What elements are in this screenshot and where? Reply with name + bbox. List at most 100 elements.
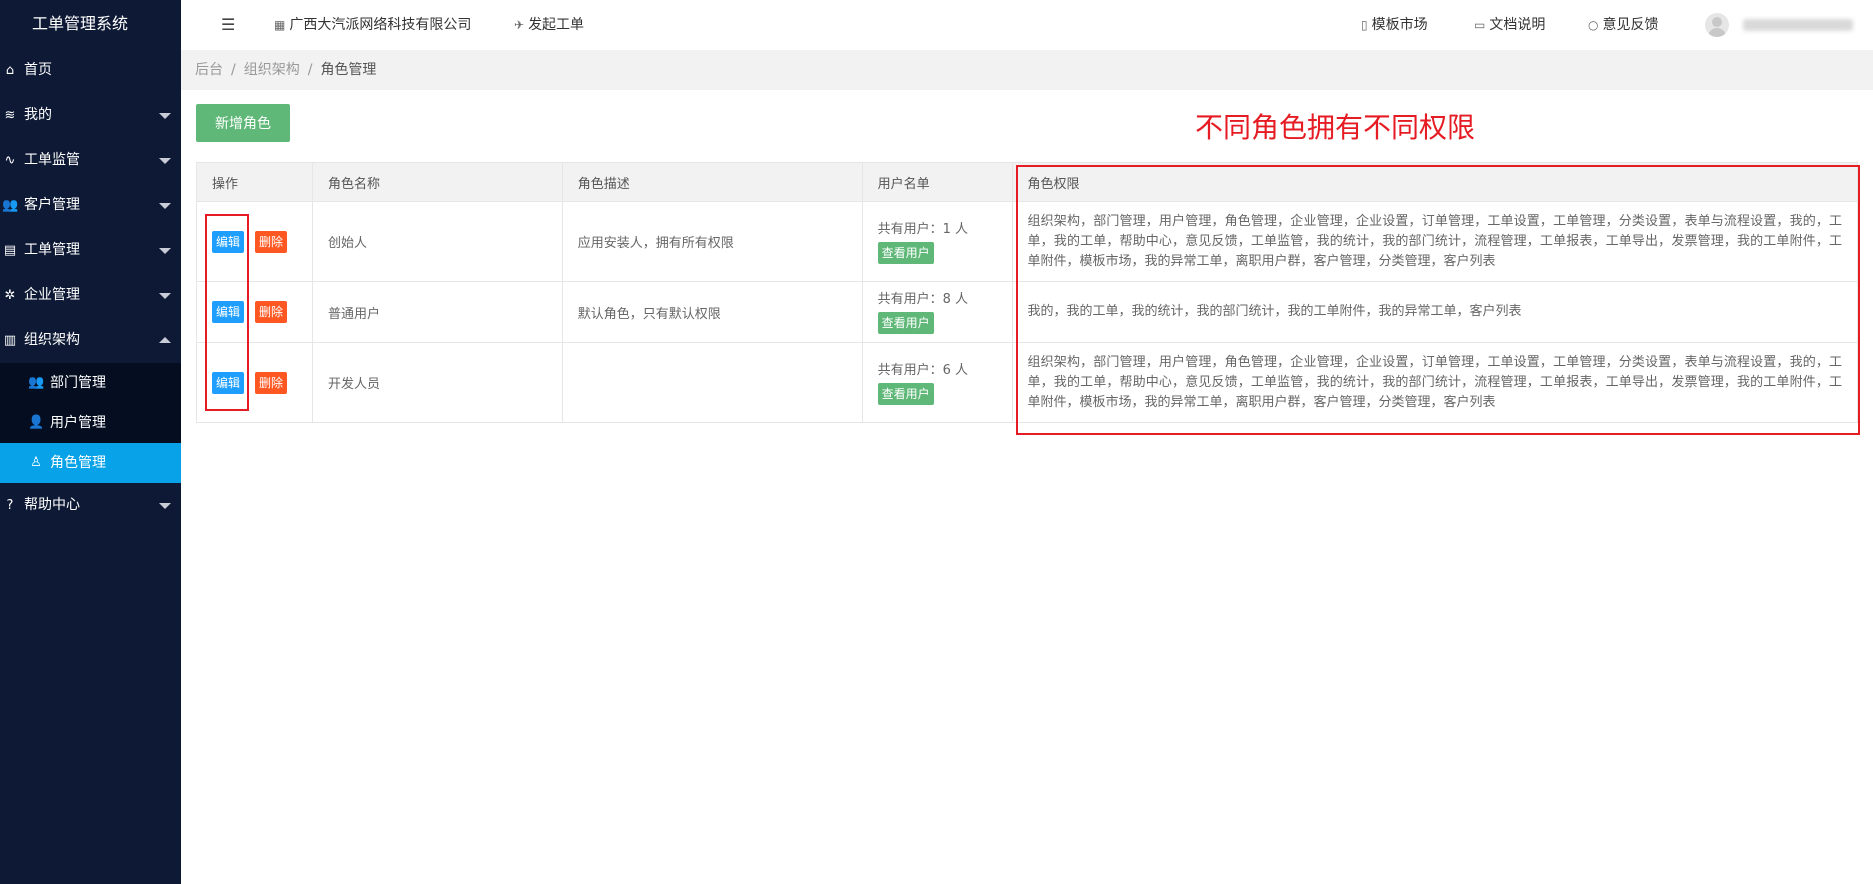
main-content: 新增角色 不同角色拥有不同权限 操作 角色名称 角色描述 用户名单 角色权限 编… [181,90,1873,884]
book-icon: ▯ [1361,18,1368,32]
users-count: 共有用户：1 人 [877,221,969,237]
actions-cell: 编辑 删除 [196,201,313,282]
sidebar-item-departments[interactable]: 👥 部门管理 [0,363,181,403]
delete-button[interactable]: 删除 [255,230,288,253]
sidebar-item-enterprise[interactable]: ✲ 企业管理 [0,273,181,318]
company-name: 广西大汽派网络科技有限公司 [289,17,472,33]
avatar[interactable] [1705,13,1729,37]
actions-cell: 编辑 删除 [196,342,313,423]
chevron-down-icon [159,113,171,119]
users-cell: 共有用户：1 人 查看用户 [861,201,1013,282]
user-outline-icon: ♙ [30,455,42,470]
org-icon: ▥ [3,333,17,348]
sidebar-item-label: 帮助中心 [24,497,80,513]
permissions-cell: 组织架构，部门管理，用户管理，角色管理，企业管理，企业设置，订单管理，工单设置，… [1011,342,1859,423]
question-icon: ? [6,498,14,513]
users-count: 共有用户：6 人 [877,362,969,378]
send-icon: ✈ [514,18,525,32]
sidebar-item-label: 工单管理 [24,242,80,258]
sidebar: 工单管理系统 ⌂ 首页 ≋ 我的 ∿ 工单监管 👥 客户管理 ▤ 工单管理 ✲ … [0,0,181,884]
role-name: 创始人 [311,201,563,282]
new-ticket-label: 发起工单 [528,17,585,33]
view-users-button[interactable]: 查看用户 [877,312,934,334]
building-icon: ▦ [274,18,286,32]
table-row: 编辑 删除 普通用户 默认角色，只有默认权限 共有用户：8 人 查看用户 我的，我… [196,281,1859,343]
users-cell: 共有用户：8 人 查看用户 [861,281,1013,343]
sidebar-item-label: 企业管理 [24,287,80,303]
role-name: 普通用户 [311,281,563,343]
sidebar-item-label: 工单监管 [24,152,80,168]
breadcrumb: 后台 / 组织架构 / 角色管理 [181,50,1873,90]
sidebar-item-customers[interactable]: 👥 客户管理 [0,183,181,228]
breadcrumb-home[interactable]: 后台 [195,62,223,78]
company-switcher[interactable]: ▦ 广西大汽派网络科技有限公司 [274,0,471,50]
view-users-button[interactable]: 查看用户 [877,241,934,264]
permissions-text: 组织架构，部门管理，用户管理，角色管理，企业管理，企业设置，订单管理，工单设置，… [1027,354,1842,410]
table-row: 编辑 删除 创始人 应用安装人，拥有所有权限 共有用户：1 人 查看用户 组织架构… [196,201,1859,282]
permissions-cell: 我的，我的工单，我的统计，我的部门统计，我的工单附件，我的异常工单，客户列表 [1011,281,1859,343]
add-role-button[interactable]: 新增角色 [196,104,290,142]
sidebar-item-roles[interactable]: ♙ 角色管理 [0,443,181,483]
sidebar-item-home[interactable]: ⌂ 首页 [0,48,181,93]
feedback-label: 意见反馈 [1602,17,1659,33]
users-icon: 👥 [2,198,19,213]
docs-label: 文档说明 [1489,17,1546,33]
sidebar-item-label: 我的 [24,107,52,123]
sidebar-item-users[interactable]: 👤 用户管理 [0,403,181,443]
role-desc [561,342,863,423]
template-market-link[interactable]: ▯ 模板市场 [1361,0,1428,50]
reader-icon: ▭ [1474,18,1486,32]
sidebar-item-help[interactable]: ? 帮助中心 [0,483,181,528]
user-name-blurred[interactable] [1743,19,1853,31]
sidebar-item-organization[interactable]: ▥ 组织架构 [0,318,181,363]
delete-button[interactable]: 删除 [255,301,288,323]
file-icon: ▤ [3,243,17,258]
sidebar-item-label: 组织架构 [24,332,80,348]
sidebar-item-label: 部门管理 [50,375,106,391]
column-header-actions: 操作 [196,162,313,202]
chevron-down-icon [159,158,171,164]
annotation-title: 不同角色拥有不同权限 [1195,111,1476,144]
chevron-up-icon [159,337,171,343]
sidebar-item-label: 客户管理 [24,197,80,213]
chevron-down-icon [159,248,171,254]
menu-toggle-icon[interactable]: ☰ [221,0,235,50]
edit-button[interactable]: 编辑 [212,301,245,323]
circle-icon: ○ [1588,18,1599,32]
breadcrumb-parent[interactable]: 组织架构 [244,62,300,78]
breadcrumb-separator: / [231,62,236,78]
layers-icon: ≋ [4,108,16,123]
user-icon: 👤 [28,415,45,430]
sidebar-item-ticket-supervision[interactable]: ∿ 工单监管 [0,138,181,183]
feedback-link[interactable]: ○ 意见反馈 [1588,0,1658,50]
table-header-row: 操作 角色名称 角色描述 用户名单 角色权限 [196,162,1859,202]
app-brand: 工单管理系统 [32,14,129,33]
new-ticket-link[interactable]: ✈ 发起工单 [514,0,584,50]
gear-icon: ✲ [4,288,16,303]
edit-button[interactable]: 编辑 [212,371,245,394]
table-row: 编辑 删除 开发人员 共有用户：6 人 查看用户 组织架构，部门管理，用户管理，角… [196,342,1859,423]
actions-cell: 编辑 删除 [196,281,313,343]
delete-button[interactable]: 删除 [255,371,288,394]
column-header-permissions: 角色权限 [1011,162,1859,202]
breadcrumb-separator: / [307,62,313,78]
organization-submenu: 👥 部门管理 👤 用户管理 ♙ 角色管理 [0,363,181,483]
sidebar-item-label: 用户管理 [50,415,106,431]
sidebar-item-label: 首页 [24,62,52,78]
users-count: 共有用户：8 人 [877,292,969,307]
column-header-role-desc: 角色描述 [561,162,863,202]
column-header-users: 用户名单 [861,162,1013,202]
home-icon: ⌂ [5,63,15,78]
column-header-role-name: 角色名称 [311,162,563,202]
breadcrumb-current: 角色管理 [320,62,377,78]
sidebar-item-tickets[interactable]: ▤ 工单管理 [0,228,181,273]
chevron-down-icon [159,203,171,209]
docs-link[interactable]: ▭ 文档说明 [1474,0,1545,50]
template-market-label: 模板市场 [1371,17,1428,33]
users-icon: 👥 [28,375,45,390]
edit-button[interactable]: 编辑 [212,230,245,253]
view-users-button[interactable]: 查看用户 [877,382,934,405]
sidebar-item-mine[interactable]: ≋ 我的 [0,93,181,138]
role-name: 开发人员 [311,342,563,423]
permissions-text: 我的，我的工单，我的统计，我的部门统计，我的工单附件，我的异常工单，客户列表 [1027,304,1522,319]
